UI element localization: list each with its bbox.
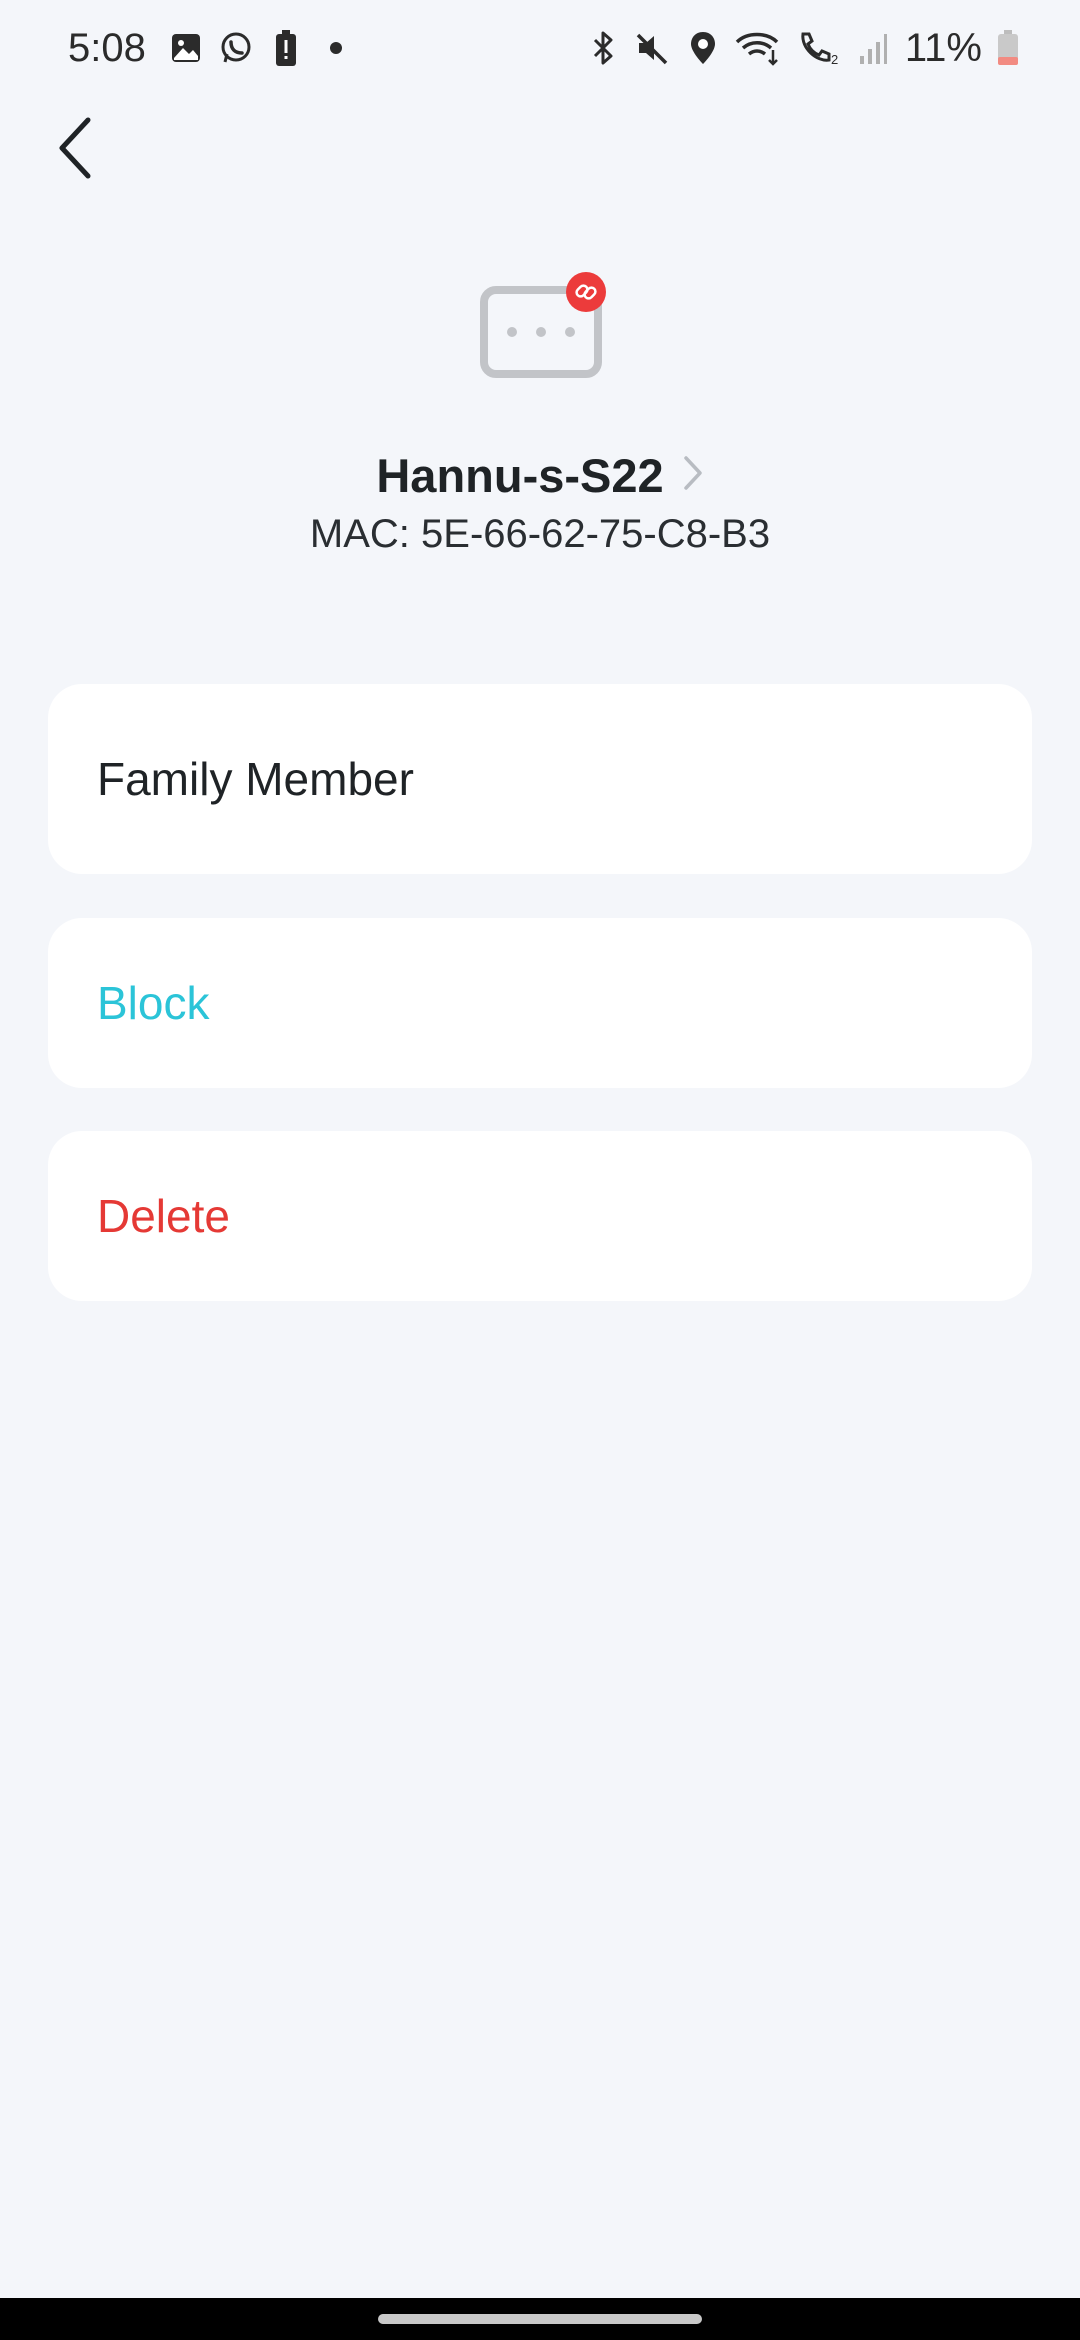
status-left: 5:08 — [68, 26, 354, 71]
image-icon — [168, 28, 204, 68]
status-right: 2 11% — [585, 26, 1020, 71]
location-icon — [685, 28, 721, 68]
status-bar: 5:08 2 11% — [0, 0, 1080, 96]
battery-icon — [996, 28, 1020, 68]
family-member-label: Family Member — [97, 753, 414, 805]
block-button[interactable]: Block — [48, 918, 1032, 1088]
system-nav-bar — [0, 2298, 1080, 2340]
family-member-option[interactable]: Family Member — [48, 684, 1032, 874]
device-detail-screen: 5:08 2 11% Hannu-s-S22 MAC: 5E-66-62-75-… — [0, 0, 1080, 2340]
chevron-left-icon — [56, 116, 96, 185]
delete-label: Delete — [97, 1190, 230, 1242]
block-label: Block — [97, 977, 210, 1029]
signal-icon — [855, 28, 891, 68]
device-name: Hannu-s-S22 — [376, 448, 664, 502]
bluetooth-icon — [585, 28, 621, 68]
svg-text:2: 2 — [831, 52, 838, 66]
status-time: 5:08 — [68, 25, 146, 70]
device-name-link[interactable]: Hannu-s-S22 — [0, 440, 1080, 510]
battery-percent: 11% — [904, 25, 982, 70]
delete-button[interactable]: Delete — [48, 1131, 1032, 1301]
whatsapp-icon — [218, 28, 254, 68]
battery-alert-icon — [268, 28, 304, 68]
device-mac: MAC: 5E-66-62-75-C8-B3 — [309, 512, 771, 556]
back-button[interactable] — [40, 110, 112, 190]
dot-icon — [318, 28, 354, 68]
mute-icon — [635, 28, 671, 68]
device-avatar — [480, 270, 608, 380]
home-gesture-handle[interactable] — [378, 2314, 702, 2324]
call-icon: 2 — [797, 28, 841, 68]
wifi-calling-icon — [735, 28, 783, 68]
chevron-right-icon — [682, 454, 704, 497]
